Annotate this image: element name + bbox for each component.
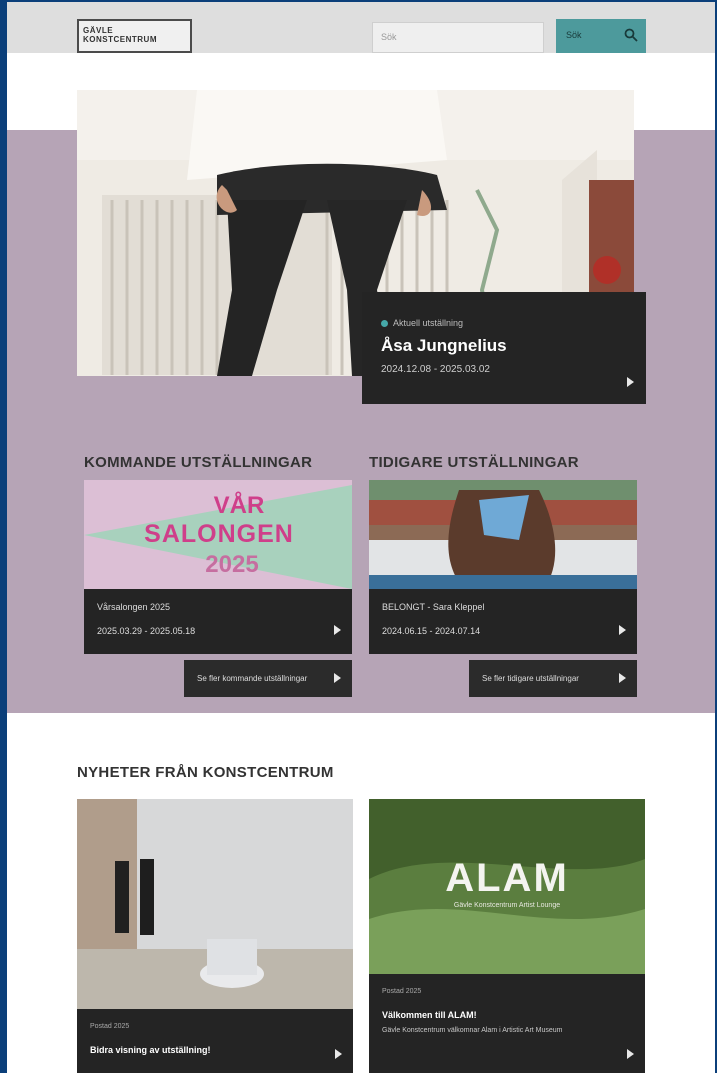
news-heading: NYHETER FRÅN KONSTCENTRUM — [77, 764, 334, 781]
upcoming-exhibition-title: Vårsalongen 2025 — [97, 602, 171, 612]
logo-line-1: GÄVLE — [83, 26, 114, 35]
news-item-date-2: Postad 2025 — [382, 988, 422, 995]
news-item-date-1: Postad 2025 — [90, 1023, 130, 1030]
chevron-right-icon — [627, 377, 634, 387]
chevron-right-icon — [619, 673, 626, 683]
previous-exhibition-card[interactable]: BELONGT - Sara Kleppel 2024.06.15 - 2024… — [369, 589, 637, 654]
more-previous-button[interactable]: Se fler tidigare utställningar — [469, 660, 637, 697]
more-upcoming-button[interactable]: Se fler kommande utställningar — [184, 660, 352, 697]
search-button[interactable]: Sök — [556, 19, 646, 53]
chevron-right-icon — [619, 625, 626, 635]
news-item-image-1[interactable] — [77, 799, 353, 1009]
more-upcoming-label: Se fler kommande utställningar — [197, 674, 308, 683]
current-exhibition-tag-label: Aktuell utställning — [393, 318, 464, 328]
search-input[interactable]: Sök — [372, 22, 544, 53]
current-exhibition-tag: Aktuell utställning — [381, 318, 463, 328]
previous-heading: TIDIGARE UTSTÄLLNINGAR — [369, 454, 579, 471]
current-exhibition-title: Åsa Jungnelius — [381, 336, 507, 355]
logo-line-2: KONSTCENTRUM — [83, 35, 157, 44]
chevron-right-icon — [335, 1049, 342, 1059]
poster-line-3: 2025 — [205, 551, 258, 578]
chevron-right-icon — [334, 673, 341, 683]
poster-line-2: SALONGEN — [144, 520, 294, 548]
search-icon — [624, 28, 638, 42]
page: GÄVLE KONSTCENTRUM Sök Sök Aktuell utstä… — [7, 2, 715, 1073]
current-exhibition-dates: 2024.12.08 - 2025.03.02 — [381, 364, 490, 375]
search-placeholder: Sök — [381, 32, 397, 42]
upcoming-heading: KOMMANDE UTSTÄLLNINGAR — [84, 454, 313, 471]
news-item-image-2[interactable]: ALAM Gävle Konstcentrum Artist Lounge — [369, 799, 645, 974]
poster-line-1: VÅR — [214, 491, 265, 519]
upcoming-exhibition-dates: 2025.03.29 - 2025.05.18 — [97, 626, 196, 636]
status-dot-icon — [381, 319, 388, 327]
alam-image-subtitle: Gävle Konstcentrum Artist Lounge — [454, 902, 560, 909]
chevron-right-icon — [627, 1049, 634, 1059]
news-item-card-2[interactable]: Postad 2025 Välkommen till ALAM! Gävle K… — [369, 974, 645, 1073]
previous-exhibition-image[interactable] — [369, 480, 637, 589]
previous-exhibition-title: BELONGT - Sara Kleppel — [382, 602, 485, 612]
news-item-card-1[interactable]: Postad 2025 Bidra visning av utställning… — [77, 1009, 353, 1073]
upcoming-exhibition-card[interactable]: Vårsalongen 2025 2025.03.29 - 2025.05.18 — [84, 589, 352, 654]
site-logo[interactable]: GÄVLE KONSTCENTRUM — [77, 19, 192, 53]
chevron-right-icon — [334, 625, 341, 635]
news-item-body-2: Gävle Konstcentrum välkomnar Alam i Arti… — [382, 1027, 563, 1034]
current-exhibition-card[interactable]: Aktuell utställning Åsa Jungnelius 2024.… — [362, 292, 646, 404]
site-header: GÄVLE KONSTCENTRUM Sök Sök — [7, 2, 715, 53]
previous-exhibition-dates: 2024.06.15 - 2024.07.14 — [382, 626, 481, 636]
alam-image-title: ALAM — [445, 856, 569, 900]
search-button-label: Sök — [566, 30, 582, 40]
news-item-title-1: Bidra visning av utställning! — [90, 1045, 211, 1055]
news-item-title-2: Välkommen till ALAM! — [382, 1010, 477, 1020]
more-previous-label: Se fler tidigare utställningar — [482, 674, 579, 683]
upcoming-exhibition-image[interactable]: VÅR SALONGEN 2025 — [84, 480, 352, 589]
